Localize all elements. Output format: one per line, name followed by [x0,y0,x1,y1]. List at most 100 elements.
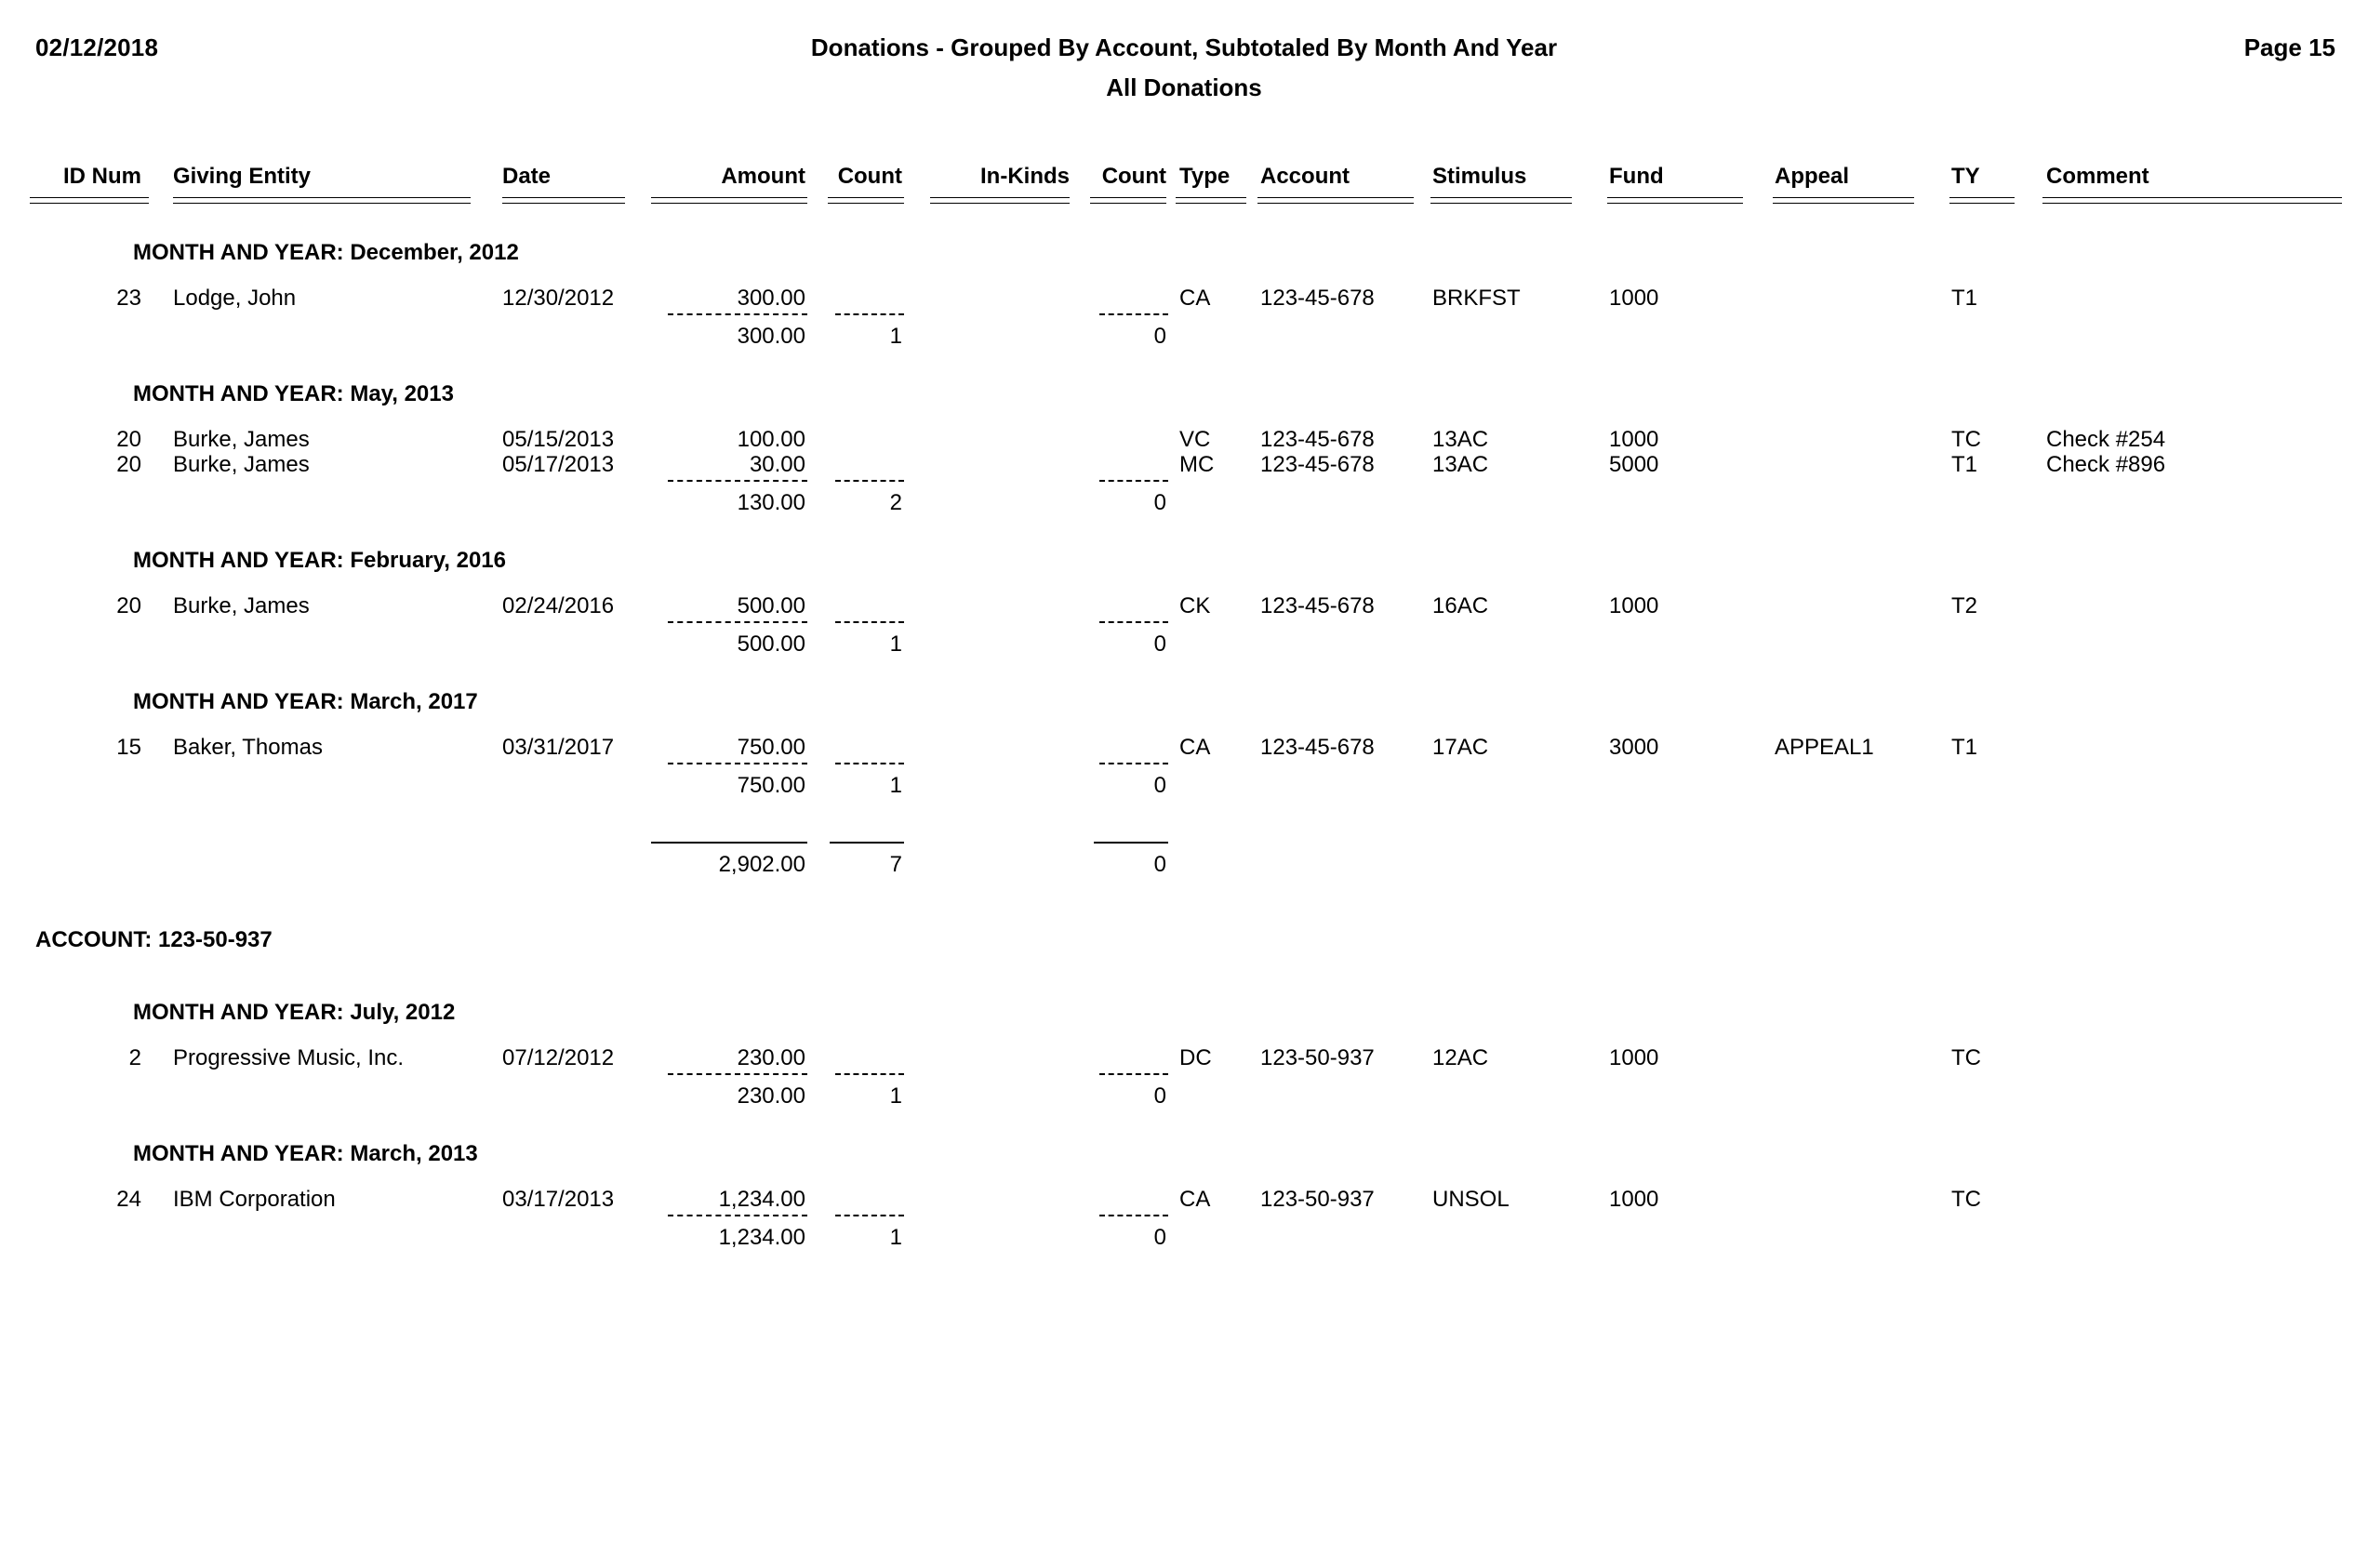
subtotal-rule-count [835,1215,904,1216]
cell-ty: TC [1951,427,1981,452]
subtotal-row-count2: 0 [1153,631,1166,657]
subtotal-row-amount: 1,234.00 [718,1225,805,1250]
subtotal-row-count: 1 [889,1083,902,1109]
cell-giving-entity: Burke, James [173,452,310,477]
subtotal-rule-count-2 [1099,1073,1168,1075]
cell-ty: T1 [1951,286,1978,311]
report-title: Donations - Grouped By Account, Subtotal… [810,33,1558,61]
subtotal-row-count2: 0 [1153,490,1166,515]
column-header-ty: TY [1951,164,1980,189]
subtotal-row-count: 1 [889,1225,902,1250]
subtotal-rule-count [835,1073,904,1075]
cell-amount: 30.00 [749,452,805,477]
subtotal-row: 1,234.00 1 0 [0,1224,2368,1252]
cell-type: DC [1179,1045,1212,1070]
cell-giving-entity: Baker, Thomas [173,735,323,760]
account-total-row-amount: 2,902.00 [718,852,805,877]
cell-account: 123-45-678 [1260,593,1375,618]
cell-date: 12/30/2012 [502,286,615,311]
table-row: 2 Progressive Music, Inc. 07/12/2012 230.00… [0,1044,2368,1072]
account-total-row-count: 7 [889,852,902,877]
cell-id-num: 20 [116,452,141,477]
subtotal-row-count: 1 [889,631,902,657]
subtotal-rule-count-2 [1099,480,1168,482]
subtotal-row-count2: 0 [1153,1225,1166,1250]
cell-date: 07/12/2012 [502,1045,615,1070]
table-row: 20 Burke, James 05/15/2013 100.00 VC 123-45-6… [0,426,2368,454]
subtotal-row-amount: 750.00 [737,773,805,798]
cell-date: 05/17/2013 [502,452,615,477]
column-header-in-kinds: In-Kinds [980,164,1070,189]
column-header-account: Account [1260,164,1350,189]
cell-id-num: 20 [116,593,141,618]
cell-date: 03/31/2017 [502,735,615,760]
column-header-amount: Amount [721,164,805,189]
subtotal-row-amount: 130.00 [737,490,805,515]
table-column-headers: ID Num Giving Entity Date Amount Count I… [0,163,2368,200]
header-rule-in-kinds [930,197,1070,204]
header-rule-stimulus [1430,197,1572,204]
cell-stimulus: 12AC [1432,1045,1489,1070]
column-header-giving-entity: Giving Entity [173,164,312,189]
subtotal-row: 130.00 2 0 [0,489,2368,517]
cell-stimulus: 13AC [1432,452,1489,477]
cell-type: CA [1179,735,1211,760]
subtotal-rule-amount [668,313,807,315]
cell-id-num: 23 [116,286,141,311]
header-rule-type [1176,197,1246,204]
subtotal-rule-amount [668,1073,807,1075]
table-row: 23 Lodge, John 12/30/2012 300.00 CA 123-45-67… [0,285,2368,312]
subtotal-rule-amount [668,480,807,482]
cell-type: CA [1179,1187,1211,1212]
cell-ty: TC [1951,1045,1981,1070]
cell-fund: 1000 [1609,1187,1659,1212]
subtotal-row-amount: 300.00 [737,324,805,349]
cell-id-num: 15 [116,735,141,760]
column-header-date: Date [502,164,552,189]
cell-stimulus: 16AC [1432,593,1489,618]
cell-giving-entity: Lodge, John [173,286,297,311]
group-header-account: ACCOUNT: 123-50-937 [35,927,273,952]
cell-giving-entity: Progressive Music, Inc. [173,1045,405,1070]
cell-amount: 500.00 [737,593,805,618]
subtotal-rule-count [835,621,904,623]
subtotal-row: 230.00 1 0 [0,1083,2368,1110]
header-rule-count [828,197,904,204]
subtotal-rule-amount [668,621,807,623]
header-rule-id-num [30,197,149,204]
cell-stimulus: 17AC [1432,735,1489,760]
header-rule-count-2 [1090,197,1166,204]
cell-amount: 1,234.00 [718,1187,805,1212]
group-header-month-year: MONTH AND YEAR: July, 2012 [133,1000,456,1025]
cell-ty: T1 [1951,452,1978,477]
table-row: 24 IBM Corporation 03/17/2013 1,234.00 CA 123… [0,1186,2368,1214]
cell-appeal: APPEAL1 [1775,735,1874,760]
cell-type: VC [1179,427,1211,452]
subtotal-rule-count [835,313,904,315]
cell-stimulus: 13AC [1432,427,1489,452]
subtotal-row-amount: 500.00 [737,631,805,657]
cell-amount: 300.00 [737,286,805,311]
table-row: 15 Baker, Thomas 03/31/2017 750.00 CA 123-45-… [0,734,2368,762]
group-header-month-year: MONTH AND YEAR: February, 2016 [133,548,506,573]
cell-fund: 1000 [1609,427,1659,452]
column-header-comment: Comment [2046,164,2149,189]
subtotal-rule-count-2 [1099,1215,1168,1216]
subtotal-row-count: 1 [889,773,902,798]
column-header-count-2: Count [1101,164,1166,189]
cell-fund: 1000 [1609,286,1659,311]
cell-fund: 5000 [1609,452,1659,477]
account-total-row-count2: 0 [1153,852,1166,877]
cell-account: 123-45-678 [1260,286,1375,311]
header-rule-appeal [1773,197,1914,204]
report-page: 02/12/2018 Donations - Grouped By Accoun… [0,0,2368,1568]
subtotal-rule-amount [668,763,807,764]
account-total-row: 2,902.00 7 0 [0,851,2368,879]
cell-type: CA [1179,286,1211,311]
column-header-id-num: ID Num [63,164,141,189]
cell-date: 05/15/2013 [502,427,615,452]
cell-type: CK [1179,593,1211,618]
page-number: Page 15 [2243,33,2335,61]
cell-amount: 750.00 [737,735,805,760]
subtotal-row-amount: 230.00 [737,1083,805,1109]
